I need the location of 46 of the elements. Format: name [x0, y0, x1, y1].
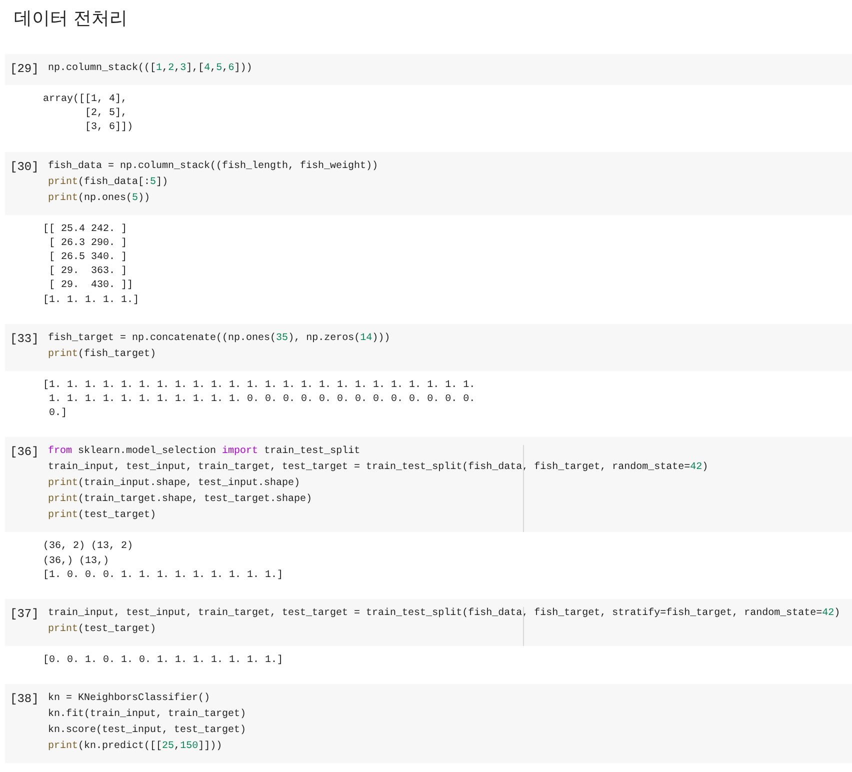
code-line: print(train_input.shape, test_input.shape) — [48, 476, 302, 492]
output-line: [1. 0. 0. 0. 1. 1. 1. 1. 1. 1. 1. 1. 1.] — [43, 568, 284, 583]
output-line: [ 29. 430. ]] — [48, 279, 134, 294]
code-line: print(fish_target) — [48, 348, 158, 362]
output-line: [ 26.3 290. ] — [48, 236, 128, 251]
code-line: kn.fit(train_input, train_target) — [48, 708, 246, 722]
output-line: [[ 25.4 242. ] — [43, 222, 128, 237]
code-cell[interactable] — [5, 437, 852, 532]
code-line: np.column_stack(([1,2,3],[4,5,6])) — [48, 62, 252, 76]
code-line: train_input, test_input, train_target, test_target = train_test_split(fish_data, fish_target, stratify=fish_target, random_state=42) — [48, 606, 840, 622]
output-line: [1. 1. 1. 1. 1. 1. 1. 1. 1. 1. 1. 1. 1. 1. 1. 1. 1. 1. 1. 1. 1. 1. 1. 1. — [43, 378, 476, 393]
execution-count: [37] — [9, 606, 40, 624]
execution-count: [29] — [9, 61, 40, 77]
output-line: [ 29. 363. ] — [48, 265, 128, 280]
code-line: print(np.ones(5)) — [48, 192, 152, 206]
code-cell[interactable]: [38] kn = KNeighborsClassifier() kn.fit(train_input, train_target) kn.score(test_input, test_target) print(kn.predict([[25,150]])) — [5, 684, 852, 764]
output-line: [0. 0. 1. 0. 1. 0. 1. 1. 1. 1. 1. 1. 1.] — [43, 654, 284, 668]
output-line: [ 26.5 340. ] — [48, 251, 128, 266]
code-line: fish_target = np.concatenate((np.ones(35), np.zeros(14))) — [48, 332, 390, 346]
output-line: array([[1, 4], — [43, 93, 128, 107]
execution-count: [30] — [9, 158, 40, 176]
code-line: fish_data = np.column_stack((fish_length, fish_weight)) — [48, 160, 378, 174]
code-line: print(train_target.shape, test_target.shape) — [48, 492, 314, 508]
output-line: [2, 5], — [84, 107, 128, 122]
code-line: print(kn.predict([[25,150]])) — [48, 740, 224, 754]
code-cell[interactable]: [30] fish_data = np.column_stack((fish_length, fish_weight)) print(fish_data[:5]) print(np.ones(5)) — [5, 152, 852, 215]
code-cell[interactable]: [33] fish_target = np.concatenate((np.ones(35), np.zeros(14))) print(fish_target) — [5, 324, 852, 371]
code-line: kn.score(test_input, test_target) — [48, 724, 246, 738]
code-line: print(test_target) — [48, 622, 158, 638]
output-line: [1. 1. 1. 1. 1.] — [43, 294, 140, 308]
code-line: kn = KNeighborsClassifier() — [48, 692, 212, 706]
execution-count: [36] — [9, 444, 40, 462]
output-line: [3, 6]]) — [84, 121, 134, 136]
code-line: print(test_target) — [48, 508, 158, 524]
code-cell[interactable]: [37] train_input, test_input, train_target, test_target = train_test_split(fish_data, fish_target, stratify=fish_target, random_state=42) print(test_target) — [5, 599, 852, 646]
code-cell[interactable]: [29] np.column_stack(([1,2,3],[4,5,6])) — [5, 54, 852, 85]
output-line: (36,) (13,) — [43, 554, 110, 569]
output-line: 1. 1. 1. 1. 1. 1. 1. 1. 1. 1. 1. 0. 0. 0. 0. 0. 0. 0. 0. 0. 0. 0. 0. 0. — [48, 393, 476, 408]
execution-count: [38] — [9, 691, 40, 708]
output-line: 0.] — [48, 407, 68, 422]
code-line: from sklearn.model_selection import train_test_split — [48, 444, 362, 460]
section-heading: 데이터 전처리 — [13, 7, 129, 31]
code-line: print(fish_data[:5]) — [48, 176, 170, 190]
execution-count: [33] — [9, 330, 40, 348]
output-line: (36, 2) (13, 2) — [43, 540, 134, 554]
code-line: train_input, test_input, train_target, test_target = train_test_split(fish_data, fish_target, random_state=42) — [48, 460, 708, 476]
